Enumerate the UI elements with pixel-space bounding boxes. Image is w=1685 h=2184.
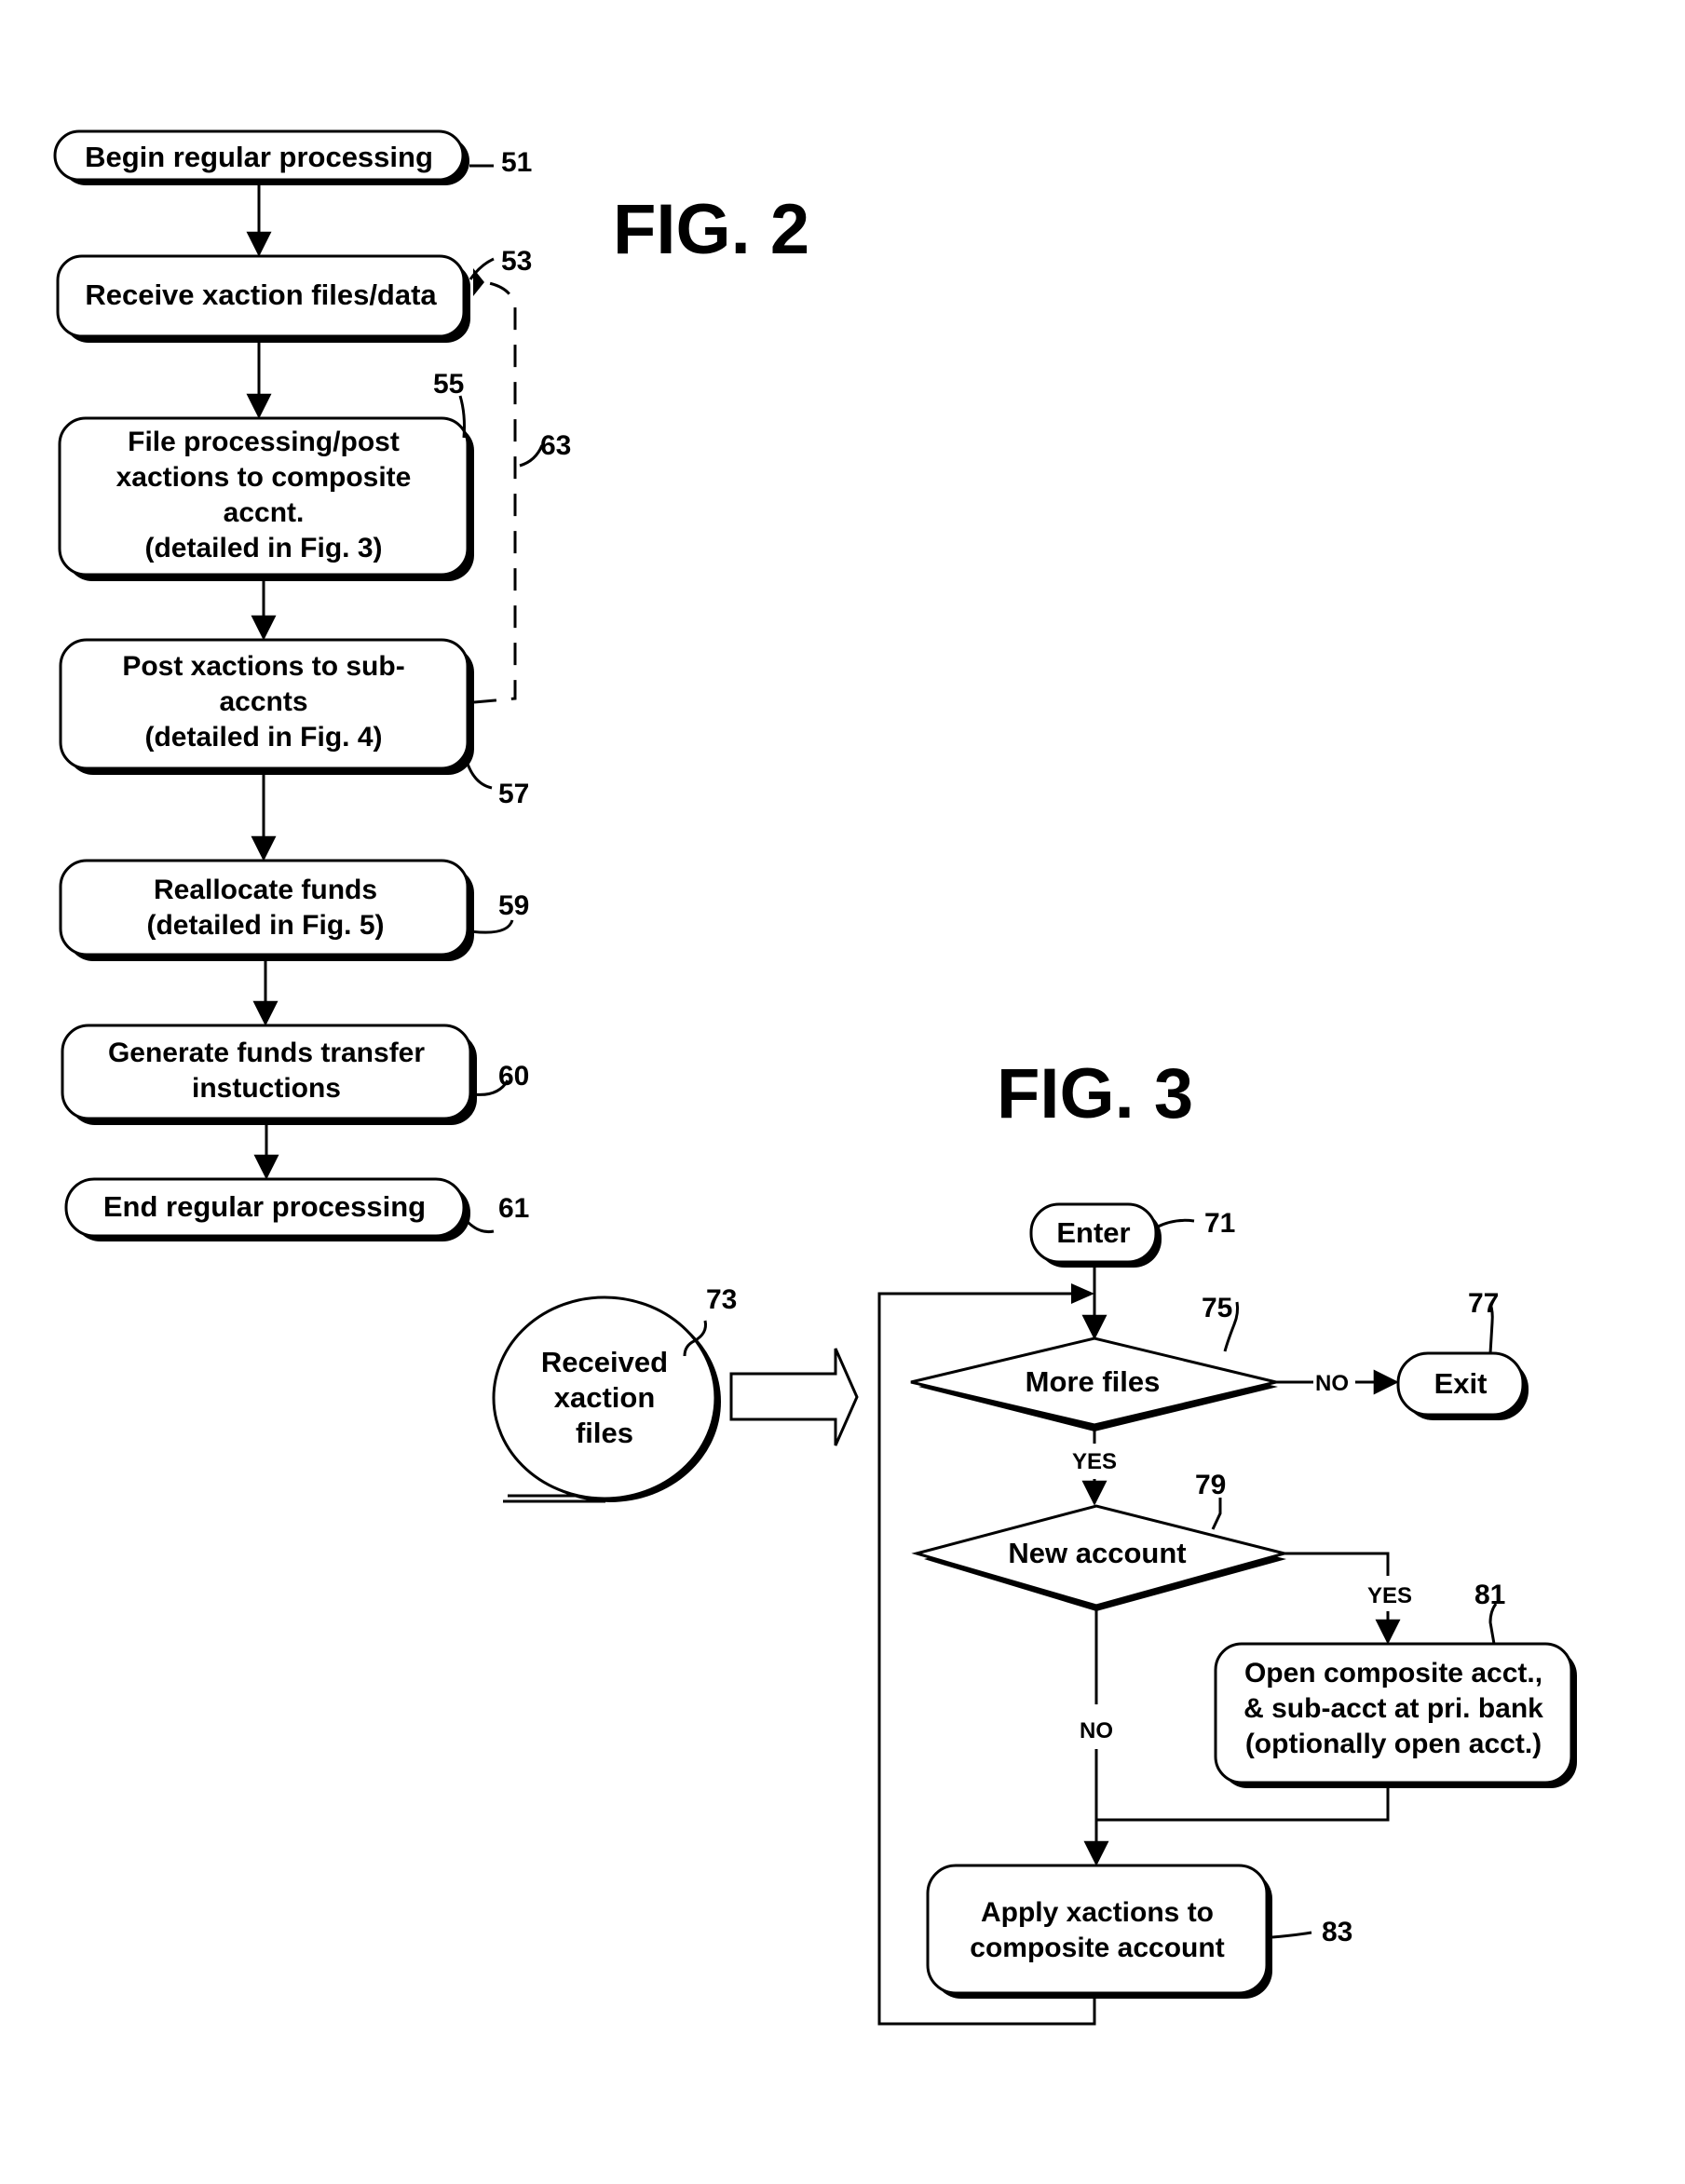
fig3-node-apply-xactions: Apply xactions to composite account [926,1864,1272,1999]
loop-back-arrowhead [1071,1283,1094,1304]
ref-number-73: 73 [706,1284,737,1315]
fig3-node-new-account: New account [911,1504,1290,1611]
fig2-node-post-subaccounts: Post xactions to sub- accnts (detailed i… [59,638,474,775]
node-label: files [576,1417,633,1449]
fig3-node-enter: Enter [1029,1202,1162,1268]
node-label: Apply xactions to [981,1897,1214,1928]
node-label: Open composite acct., [1244,1658,1542,1689]
leader-line [1211,1498,1222,1530]
node-label: & sub-acct at pri. bank [1243,1693,1543,1724]
node-label: (optionally open acct.) [1245,1729,1542,1759]
patent-flowchart-canvas: FIG. 2 Begin regular processing 51 Recei… [53,129,1577,2026]
node-label: Begin regular processing [85,141,433,173]
node-label: xactions to composite [116,462,412,493]
node-label: (detailed in Fig. 5) [146,910,384,941]
ref-number-51: 51 [501,147,532,178]
node-label: More files [1026,1365,1161,1398]
fig2-node-file-processing: File processing/post xactions to composi… [58,416,474,581]
fig3-node-more-files: More files [910,1336,1278,1431]
ref-number-71: 71 [1204,1208,1235,1239]
ref-number-60: 60 [498,1061,529,1092]
node-label: Exit [1434,1367,1488,1400]
leader-line [466,763,493,790]
ref-number-75: 75 [1202,1293,1232,1323]
ref-number-81: 81 [1474,1580,1505,1610]
ref-number-55: 55 [433,369,464,400]
ref-number-79: 79 [1195,1470,1226,1500]
fig2-node-end: End regular processing [64,1177,470,1241]
leader-line [466,1220,495,1233]
leader-line [519,444,544,468]
edge-newaccount-yes [1284,1552,1390,1576]
fig3-node-open-account: Open composite acct., & sub-acct at pri.… [1214,1642,1577,1788]
ref-number-77: 77 [1468,1288,1499,1319]
node-label: Enter [1056,1216,1130,1249]
node-label: composite account [970,1933,1224,1963]
fig3-node-received-files-reel: Received xaction files [492,1295,721,1503]
node-label: (detailed in Fig. 4) [144,722,382,753]
leader-line [1155,1218,1195,1229]
node-label: Post xactions to sub- [122,651,404,682]
ref-number-53: 53 [501,246,532,277]
fig2-node-begin: Begin regular processing [53,129,469,185]
node-label: End regular processing [103,1190,426,1223]
fig2-node-reallocate: Reallocate funds (detailed in Fig. 5) [59,859,474,961]
node-label: File processing/post [128,427,400,457]
ref-number-61: 61 [498,1193,529,1224]
node-label: (detailed in Fig. 3) [144,533,382,563]
leader-line [469,919,514,934]
fig3-node-exit: Exit [1396,1351,1529,1420]
node-label: Generate funds transfer [108,1038,425,1068]
node-label: Reallocate funds [154,875,377,905]
node-label: Received [541,1346,668,1378]
node-label: accnt. [224,497,305,528]
ref-number-63: 63 [540,430,571,461]
edge-label-no: NO [1080,1718,1113,1743]
node-label: Receive xaction files/data [85,278,437,311]
node-label: instuctions [192,1073,341,1104]
edge-label-yes: YES [1072,1449,1117,1474]
edge-label-yes: YES [1367,1583,1412,1608]
node-label: xaction [554,1381,656,1414]
ref-number-59: 59 [498,890,529,921]
fig2-title: FIG. 2 [613,190,809,269]
fig2-dashed-loop-63 [473,268,517,704]
fig2-node-receive: Receive xaction files/data [56,254,470,343]
fig2-node-generate-transfer: Generate funds transfer instuctions [61,1024,477,1125]
node-label: accnts [219,686,307,717]
block-arrow-icon [729,1348,859,1446]
node-label: New account [1008,1537,1186,1569]
edge-label-no: NO [1315,1371,1349,1396]
leader-line [1271,1931,1312,1939]
ref-number-83: 83 [1322,1917,1352,1947]
ref-number-57: 57 [498,779,529,809]
fig3-title: FIG. 3 [997,1054,1193,1133]
